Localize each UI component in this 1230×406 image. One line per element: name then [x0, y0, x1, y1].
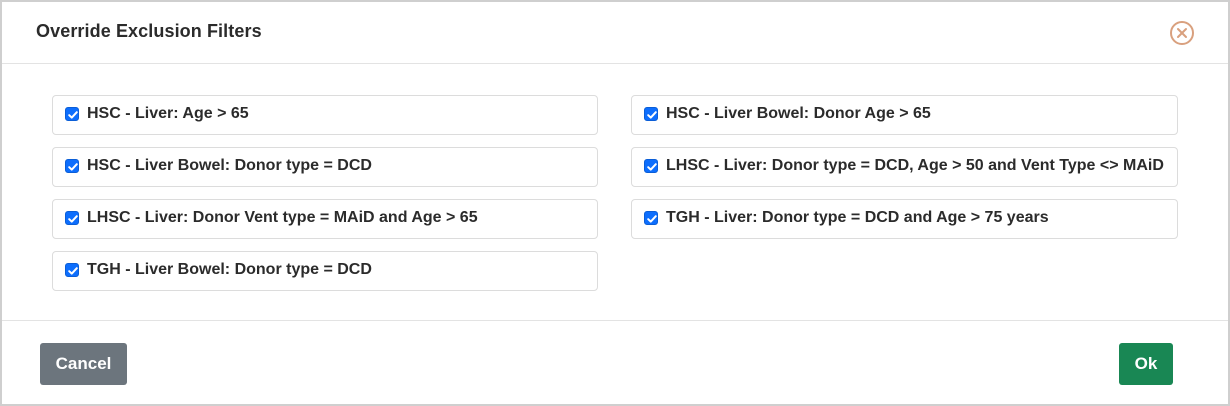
checkbox[interactable] [644, 107, 658, 121]
filter-item[interactable]: TGH - Liver Bowel: Donor type = DCD [52, 251, 598, 291]
check-icon [68, 163, 78, 171]
filter-label: LHSC - Liver: Donor Vent type = MAiD and… [87, 209, 478, 226]
filter-item[interactable]: TGH - Liver: Donor type = DCD and Age > … [631, 199, 1178, 239]
dialog-body: HSC - Liver: Age > 65 HSC - Liver Bowel:… [2, 64, 1228, 320]
checkbox[interactable] [65, 159, 79, 173]
checkbox[interactable] [644, 211, 658, 225]
filter-item[interactable]: HSC - Liver Bowel: Donor type = DCD [52, 147, 598, 187]
check-icon [68, 111, 78, 119]
checkbox[interactable] [65, 263, 79, 277]
checkbox[interactable] [65, 107, 79, 121]
filter-label: TGH - Liver: Donor type = DCD and Age > … [666, 209, 1049, 226]
check-icon [647, 111, 657, 119]
filter-label: HSC - Liver: Age > 65 [87, 105, 249, 122]
filter-item[interactable]: LHSC - Liver: Donor type = DCD, Age > 50… [631, 147, 1178, 187]
filter-item[interactable]: HSC - Liver Bowel: Donor Age > 65 [631, 95, 1178, 135]
override-exclusion-filters-dialog: Override Exclusion Filters HSC - Liver: … [0, 0, 1230, 406]
dialog-footer: Cancel Ok [2, 320, 1228, 404]
dialog-title: Override Exclusion Filters [36, 21, 262, 41]
checkbox[interactable] [644, 159, 658, 173]
filter-label: HSC - Liver Bowel: Donor Age > 65 [666, 105, 931, 122]
cancel-button[interactable]: Cancel [40, 343, 127, 385]
filter-label: HSC - Liver Bowel: Donor type = DCD [87, 157, 372, 174]
check-icon [647, 163, 657, 171]
filter-item[interactable]: HSC - Liver: Age > 65 [52, 95, 598, 135]
dialog-header: Override Exclusion Filters [2, 2, 1228, 64]
check-icon [68, 267, 78, 275]
close-icon[interactable] [1169, 20, 1195, 46]
filter-label: LHSC - Liver: Donor type = DCD, Age > 50… [666, 157, 1164, 174]
filter-item[interactable]: LHSC - Liver: Donor Vent type = MAiD and… [52, 199, 598, 239]
ok-button[interactable]: Ok [1119, 343, 1173, 385]
checkbox[interactable] [65, 211, 79, 225]
check-icon [647, 215, 657, 223]
check-icon [68, 215, 78, 223]
filter-label: TGH - Liver Bowel: Donor type = DCD [87, 261, 372, 278]
